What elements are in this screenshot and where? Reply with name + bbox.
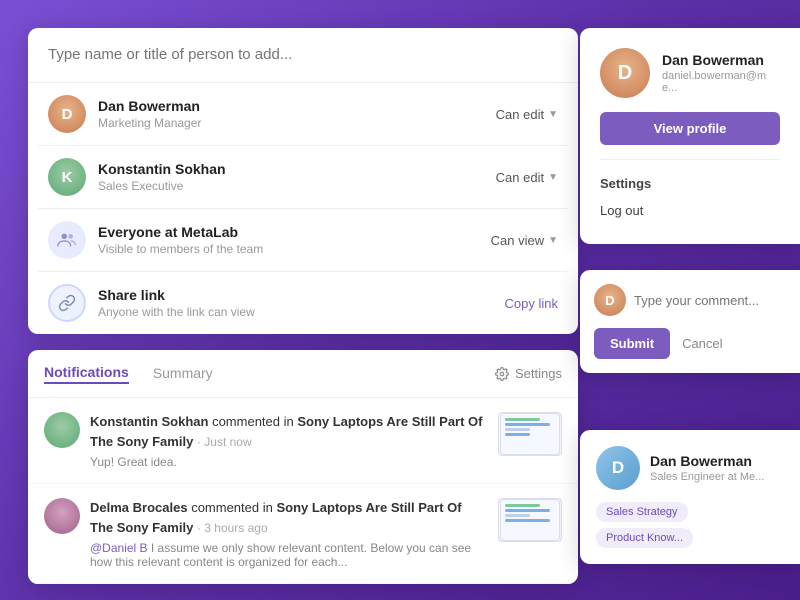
avatar	[44, 498, 80, 534]
profile-dropdown: D Dan Bowerman daniel.bowerman@me... Vie…	[580, 28, 800, 244]
doc-thumbnail	[498, 498, 562, 542]
comment-panel: D Submit Cancel	[580, 270, 800, 373]
tab-summary[interactable]: Summary	[153, 365, 213, 383]
user-name: Everyone at MetaLab	[98, 224, 491, 240]
profile-name: Dan Bowerman	[662, 52, 780, 68]
user-name: Konstantin Sokhan	[98, 161, 496, 177]
table-row: K Konstantin Sokhan Sales Executive Can …	[38, 146, 568, 209]
user-list: D Dan Bowerman Marketing Manager Can edi…	[28, 83, 578, 334]
permission-dropdown[interactable]: Can edit ▼	[496, 107, 558, 122]
dan-card: D Dan Bowerman Sales Engineer at Me... S…	[580, 430, 800, 564]
user-name: Share link	[98, 287, 505, 303]
commenter-avatar: D	[594, 284, 626, 316]
doc-thumbnail	[498, 412, 562, 456]
dan-card-avatar: D	[596, 446, 640, 490]
avatar	[44, 412, 80, 448]
settings-menu-item[interactable]: Settings	[600, 170, 780, 197]
table-row: Share link Anyone with the link can view…	[38, 272, 568, 334]
divider	[600, 159, 780, 160]
avatar: K	[48, 158, 86, 196]
user-role: Sales Executive	[98, 179, 496, 193]
avatar: D	[48, 95, 86, 133]
table-row: D Dan Bowerman Marketing Manager Can edi…	[38, 83, 568, 146]
settings-label: Settings	[515, 366, 562, 381]
group-icon	[56, 229, 78, 251]
dan-card-name: Dan Bowerman	[650, 453, 764, 469]
link-icon	[48, 284, 86, 322]
permission-dropdown[interactable]: Can view ▼	[491, 233, 558, 248]
dan-card-role: Sales Engineer at Me...	[650, 471, 764, 483]
profile-email: daniel.bowerman@me...	[662, 70, 780, 94]
notification-item: Delma Brocales commented in Sony Laptops…	[28, 484, 578, 584]
author-name: Konstantin Sokhan	[90, 414, 208, 429]
gear-icon	[495, 367, 509, 381]
notification-text: Delma Brocales commented in Sony Laptops…	[90, 498, 488, 537]
logout-menu-item[interactable]: Log out	[600, 197, 780, 224]
user-role: Visible to members of the team	[98, 242, 491, 256]
search-bar[interactable]	[28, 28, 578, 83]
tag-product-know[interactable]: Product Know...	[596, 528, 693, 548]
chevron-down-icon: ▼	[548, 172, 558, 183]
permission-dropdown[interactable]: Can edit ▼	[496, 170, 558, 185]
comment-input[interactable]	[634, 293, 800, 308]
copy-link-button[interactable]: Copy link	[505, 296, 558, 311]
notification-sub: @Daniel B I assume we only show relevant…	[90, 541, 488, 569]
author-name: Delma Brocales	[90, 500, 188, 515]
tabs-bar: Notifications Summary Settings	[28, 350, 578, 398]
avatar	[48, 221, 86, 259]
notification-sub: Yup! Great idea.	[90, 455, 488, 469]
user-role: Marketing Manager	[98, 116, 496, 130]
view-profile-button[interactable]: View profile	[600, 112, 780, 145]
search-input[interactable]	[48, 46, 558, 63]
user-name: Dan Bowerman	[98, 98, 496, 114]
notifications-panel: Notifications Summary Settings Konstanti…	[28, 350, 578, 584]
chevron-down-icon: ▼	[548, 235, 558, 246]
chevron-down-icon: ▼	[548, 109, 558, 120]
share-panel: D Dan Bowerman Marketing Manager Can edi…	[28, 28, 578, 334]
share-icon	[58, 294, 76, 312]
table-row: Everyone at MetaLab Visible to members o…	[38, 209, 568, 272]
notification-item: Konstantin Sokhan commented in Sony Lapt…	[28, 398, 578, 484]
submit-button[interactable]: Submit	[594, 328, 670, 359]
user-role: Anyone with the link can view	[98, 305, 505, 319]
cancel-button[interactable]: Cancel	[678, 328, 726, 359]
tags-list: Sales Strategy Product Know...	[596, 502, 784, 548]
tab-notifications[interactable]: Notifications	[44, 364, 129, 384]
tag-sales-strategy[interactable]: Sales Strategy	[596, 502, 688, 522]
notification-text: Konstantin Sokhan commented in Sony Lapt…	[90, 412, 488, 451]
profile-avatar: D	[600, 48, 650, 98]
settings-button[interactable]: Settings	[495, 366, 562, 381]
